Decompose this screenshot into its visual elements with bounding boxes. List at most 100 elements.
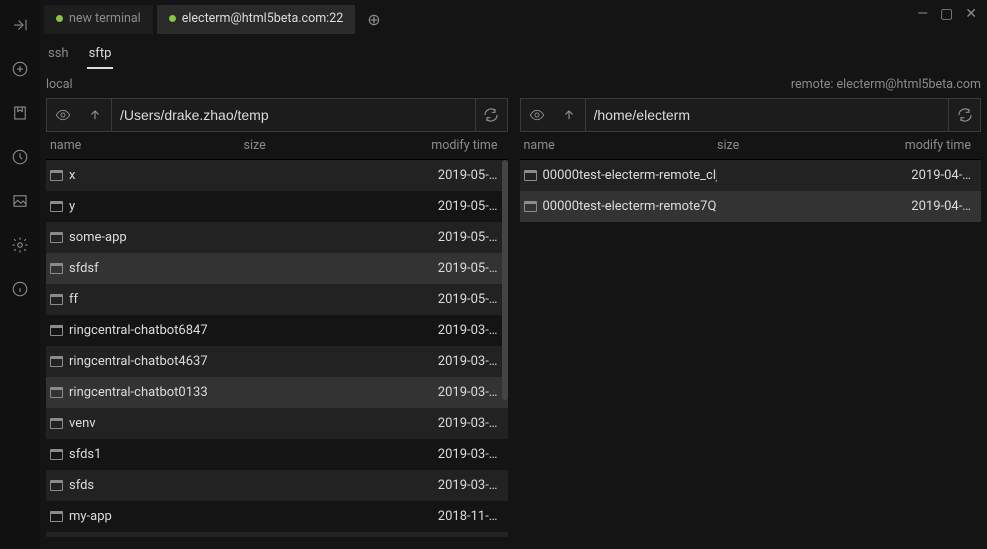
table-row[interactable]: venv 2019-03-…	[46, 408, 508, 439]
sidebar	[0, 0, 40, 549]
tab-label: electerm@html5beta.com:22	[182, 11, 344, 26]
file-name-text: some-app	[69, 230, 127, 245]
remote-pane: name size modify time 00000test-electerm…	[520, 98, 982, 537]
file-mtime: 2019-03-…	[394, 416, 504, 431]
file-mtime: 2019-03-…	[394, 447, 504, 462]
add-icon[interactable]	[11, 60, 29, 82]
file-mtime: 2019-05-…	[394, 230, 504, 245]
up-icon[interactable]	[79, 99, 111, 131]
eye-icon[interactable]	[47, 99, 79, 131]
file-name: sfds1	[50, 447, 244, 462]
file-name-text: ff	[69, 292, 78, 307]
remote-path-input[interactable]	[585, 99, 949, 131]
folder-icon	[524, 170, 537, 181]
tab-new-terminal[interactable]: new terminal	[44, 5, 153, 34]
window-close-button[interactable]: ✕	[961, 4, 981, 24]
folder-icon	[50, 511, 63, 522]
eye-icon[interactable]	[521, 99, 553, 131]
col-name[interactable]: name	[524, 138, 718, 153]
window-min-button[interactable]: —	[913, 4, 932, 24]
table-row[interactable]: ringcentral-chatbot6847 2019-03-…	[46, 315, 508, 346]
file-mtime: 2019-05-…	[394, 199, 504, 214]
table-row[interactable]: ringcentral-chatbot0133 2019-03-…	[46, 377, 508, 408]
table-row[interactable]: x2019-05-…	[46, 160, 508, 191]
up-icon[interactable]	[553, 99, 585, 131]
local-rows: x2019-05-…y2019-05-…some-app2019-05-…sfd…	[46, 160, 508, 537]
remote-rows: 00000test-electerm-remote_cljA…2019-04-……	[520, 160, 982, 537]
history-icon[interactable]	[11, 148, 29, 170]
file-name-text: venv	[69, 416, 96, 431]
file-name: y	[50, 199, 244, 214]
file-mtime: 2019-03-…	[394, 478, 504, 493]
refresh-icon[interactable]	[948, 99, 980, 131]
file-name-text: sfds1	[69, 447, 101, 462]
folder-icon	[50, 294, 63, 305]
file-mtime: 2019-05-…	[394, 168, 504, 183]
image-icon[interactable]	[11, 192, 29, 214]
sub-tabs: ssh sftp	[40, 38, 987, 69]
local-label: local	[46, 77, 791, 92]
file-name: venv	[50, 416, 244, 431]
file-name: my-app	[50, 509, 244, 524]
file-name: ff	[50, 292, 244, 307]
file-mtime: 2019-05-…	[394, 261, 504, 276]
file-mtime: 2019-05-…	[394, 292, 504, 307]
col-size[interactable]: size	[717, 138, 867, 153]
file-mtime: 2019-03-…	[394, 385, 504, 400]
status-dot-icon	[169, 15, 176, 22]
table-row[interactable]: sfds2019-03-…	[46, 470, 508, 501]
file-name: 00000test-electerm-remote7Qu…	[524, 199, 718, 214]
local-table-header[interactable]: name size modify time	[46, 132, 508, 160]
table-row[interactable]: y 2019-05-…	[46, 191, 508, 222]
col-size[interactable]: size	[244, 138, 394, 153]
folder-icon	[50, 232, 63, 243]
tab-sftp[interactable]: sftp	[87, 46, 114, 69]
file-name: ringcentral-chatbot6847	[50, 323, 244, 338]
col-name[interactable]: name	[50, 138, 244, 153]
window-controls: — ▢ ✕	[913, 4, 981, 24]
file-name: ringcentral-chatbot0133	[50, 385, 244, 400]
folder-icon	[50, 325, 63, 336]
table-row[interactable]: ff 2019-05-…	[46, 284, 508, 315]
logo-icon	[11, 16, 29, 38]
col-mtime[interactable]: modify time	[867, 138, 977, 153]
file-mtime: 2019-04-…	[867, 199, 977, 214]
local-path-input[interactable]	[111, 99, 475, 131]
remote-pathbar	[520, 98, 982, 132]
refresh-icon[interactable]	[475, 99, 507, 131]
tab-session[interactable]: electerm@html5beta.com:22	[157, 5, 356, 34]
table-row[interactable]: some-app 2019-05-…	[46, 222, 508, 253]
bookmark-icon[interactable]	[11, 104, 29, 126]
table-row[interactable]: sfds1 2019-03-…	[46, 439, 508, 470]
status-dot-icon	[56, 15, 63, 22]
table-row[interactable]: 00000test-electerm-remote7Qu… 2019-04-…	[520, 191, 982, 222]
table-row[interactable]: sfdsf 2019-05-…	[46, 253, 508, 284]
file-name-text: ringcentral-chatbot4637	[69, 354, 208, 369]
gear-icon[interactable]	[11, 236, 29, 258]
file-name-text: y	[69, 199, 75, 214]
folder-icon	[50, 449, 63, 460]
folder-icon	[50, 387, 63, 398]
remote-table-header[interactable]: name size modify time	[520, 132, 982, 160]
table-row[interactable]: my-app2018-11-…	[46, 501, 508, 532]
file-name: ringcentral-chatbot4637	[50, 354, 244, 369]
tab-ssh[interactable]: ssh	[46, 46, 71, 69]
folder-icon	[50, 170, 63, 181]
info-icon[interactable]	[11, 280, 29, 302]
window-max-button[interactable]: ▢	[936, 4, 957, 24]
file-name: sfdsf	[50, 261, 244, 276]
file-name-text: sfdsf	[69, 261, 99, 276]
folder-icon	[50, 418, 63, 429]
file-name-text: 00000test-electerm-remote7Qu…	[543, 199, 718, 214]
file-name: some-app	[50, 230, 244, 245]
local-pathbar	[46, 98, 508, 132]
folder-icon	[50, 480, 63, 491]
table-row[interactable]: 00000test-electerm-remote_cljA…2019-04-…	[520, 160, 982, 191]
file-name-text: my-app	[69, 509, 112, 524]
col-mtime[interactable]: modify time	[394, 138, 504, 153]
local-pane: name size modify time x2019-05-… y 2019-05…	[46, 98, 508, 537]
add-tab-button[interactable]: ⊕	[359, 6, 388, 33]
table-row[interactable]: ringcentral-chatbot46372019-03-…	[46, 346, 508, 377]
file-mtime: 2019-03-…	[394, 323, 504, 338]
table-row[interactable]: 9992019-04-…	[46, 532, 508, 537]
